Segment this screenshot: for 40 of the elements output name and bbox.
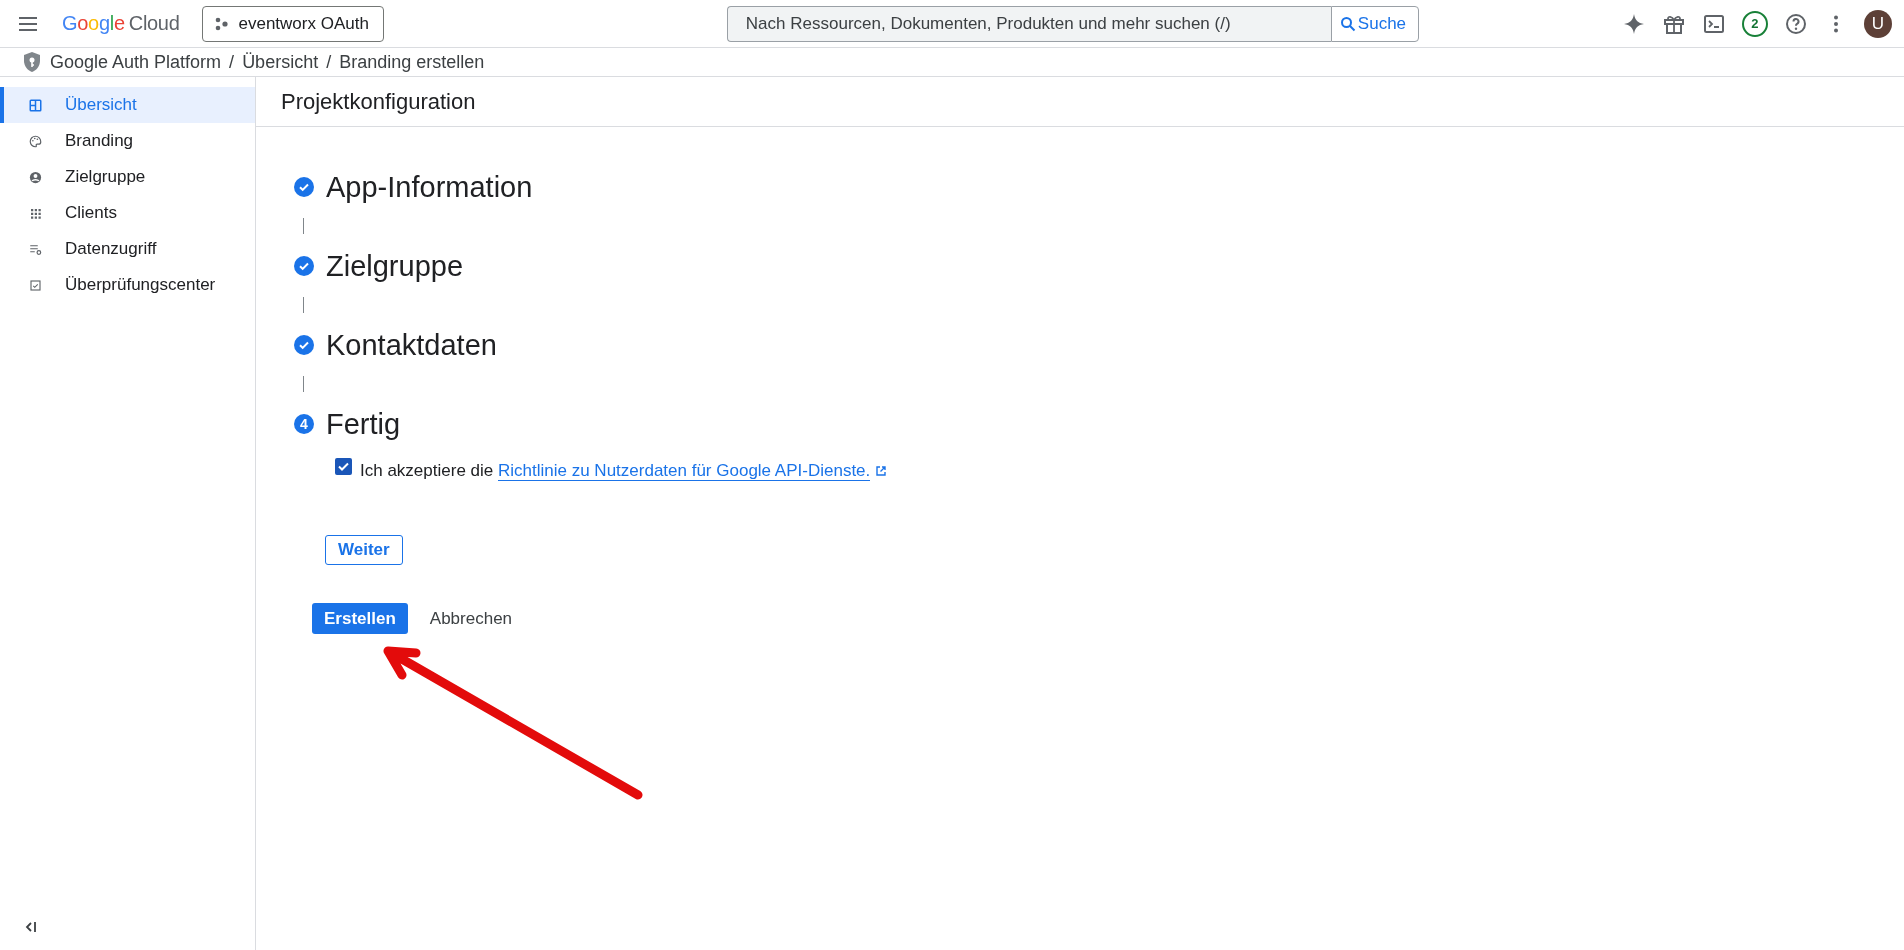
notification-badge[interactable]: 2 xyxy=(1742,10,1768,37)
avatar[interactable]: U xyxy=(1864,9,1892,38)
logo[interactable]: Google Cloud xyxy=(62,12,180,35)
person-icon xyxy=(28,169,43,185)
dots-icon xyxy=(214,16,229,31)
sidebar-item[interactable]: Zielgruppe xyxy=(0,159,255,195)
sidebar-item[interactable]: Datenzugriff xyxy=(0,231,255,267)
project-picker[interactable]: eventworx OAuth xyxy=(201,5,384,42)
shield-icon xyxy=(22,51,42,73)
breadcrumb-separator: / xyxy=(326,51,332,73)
checkbox-icon xyxy=(28,277,43,293)
step-title: App-Information xyxy=(326,170,533,204)
step-title: Kontaktdaten xyxy=(326,328,497,362)
page-title: Projektkonfiguration xyxy=(256,77,1904,127)
sidebar-item[interactable]: Überprüfungscenter xyxy=(0,267,255,303)
palette-icon xyxy=(28,133,43,149)
collapse-icon[interactable] xyxy=(24,920,38,934)
breadcrumb-link[interactable]: Google Auth Platform xyxy=(50,51,222,73)
breadcrumb-link[interactable]: Branding erstellen xyxy=(339,51,485,73)
policy-link[interactable]: Richtlinie zu Nutzerdaten für Google API-Dienste. xyxy=(498,461,871,481)
help-icon[interactable] xyxy=(1784,11,1808,36)
next-button[interactable]: Weiter xyxy=(325,535,403,565)
external-link-icon xyxy=(875,465,888,477)
breadcrumb-separator: / xyxy=(229,51,235,73)
checkbox[interactable] xyxy=(335,458,352,475)
sidebar-item[interactable]: Clients xyxy=(0,195,255,231)
step-number: 4 xyxy=(294,414,314,434)
search-icon xyxy=(1339,15,1356,32)
consent-text: Ich akzeptiere die Richtlinie zu Nutzerdaten für Google API-Dienste. xyxy=(360,456,888,485)
step-title: Fertig xyxy=(326,407,401,441)
search-field[interactable]: Nach Ressourcen, Dokumenten, Produkten und mehr suchen (/) xyxy=(726,5,1331,42)
dashboard-icon xyxy=(28,97,43,113)
step-title: Zielgruppe xyxy=(326,249,464,283)
sidebar-item[interactable]: Branding xyxy=(0,123,255,159)
checkmark-icon xyxy=(337,460,350,473)
cancel-button[interactable]: Abbrechen xyxy=(417,603,525,634)
search-button[interactable]: Suche xyxy=(1330,5,1420,42)
breadcrumb-link[interactable]: Übersicht xyxy=(242,51,319,73)
sidebar-item[interactable]: Übersicht xyxy=(0,87,255,123)
create-button[interactable]: Erstellen xyxy=(312,603,408,634)
